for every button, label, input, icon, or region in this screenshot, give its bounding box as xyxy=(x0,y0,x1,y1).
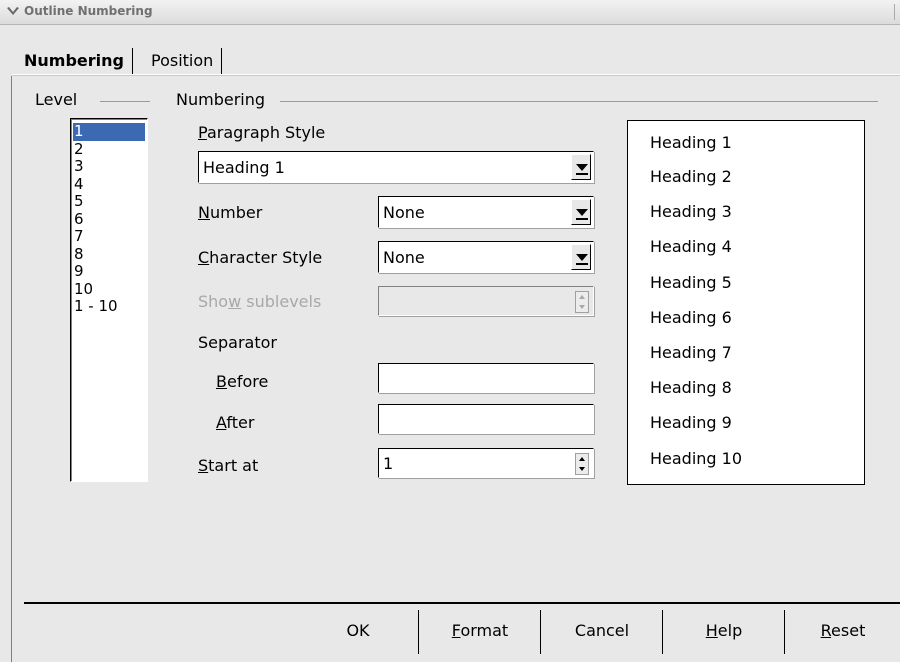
title-bar-edge xyxy=(894,4,900,20)
paragraph-style-label: Paragraph Style xyxy=(198,123,325,142)
cancel-button[interactable]: Cancel xyxy=(542,610,663,654)
reset-button[interactable]: Reset xyxy=(786,610,900,654)
level-item-5[interactable]: 5 xyxy=(73,193,145,211)
dropdown-bar-icon xyxy=(576,218,588,220)
chevron-down-icon[interactable] xyxy=(6,5,20,19)
preview-item: Heading 9 xyxy=(650,413,732,432)
preview-item: Heading 5 xyxy=(650,273,732,292)
level-group-label: Level xyxy=(35,90,84,109)
number-value: None xyxy=(383,203,425,222)
number-label: Number xyxy=(198,203,262,222)
level-item-8[interactable]: 8 xyxy=(73,245,145,264)
number-mnemonic: N xyxy=(198,203,210,222)
help-button[interactable]: Help xyxy=(664,610,785,654)
paragraph-style-dropdown-button[interactable] xyxy=(571,154,591,180)
show-sublevels-label-text: sublevels xyxy=(241,292,322,311)
numbering-preview: Heading 1 Heading 2 Heading 3 Heading 4 … xyxy=(627,120,865,485)
preview-item: Heading 4 xyxy=(650,237,732,256)
reset-label: eset xyxy=(831,621,866,640)
tab-divider-shadow xyxy=(12,75,900,76)
character-style-label-text: haracter Style xyxy=(209,248,323,267)
after-label-text: fter xyxy=(226,413,255,432)
start-at-spin-buttons[interactable] xyxy=(575,453,589,475)
after-label: After xyxy=(216,413,254,432)
spin-up-icon xyxy=(579,295,585,299)
start-at-label: Start at xyxy=(198,456,258,475)
tab-numbering[interactable]: Numbering xyxy=(24,48,133,74)
number-dropdown[interactable]: None xyxy=(378,196,594,228)
after-mnemonic: A xyxy=(216,413,227,432)
before-mnemonic: B xyxy=(216,372,227,391)
start-at-label-text: tart at xyxy=(208,456,259,475)
level-item-9[interactable]: 9 xyxy=(73,263,145,281)
spin-down-icon[interactable] xyxy=(579,467,585,471)
level-item-4[interactable]: 4 xyxy=(73,175,145,194)
show-sublevels-label: Show sublevels xyxy=(198,292,321,311)
character-style-mnemonic: C xyxy=(198,248,210,267)
character-style-label: Character Style xyxy=(198,248,322,267)
paragraph-style-mnemonic: P xyxy=(198,123,207,142)
preview-item: Heading 7 xyxy=(650,343,732,362)
show-sublevels-spinbox xyxy=(378,286,594,316)
ok-button[interactable]: OK xyxy=(298,610,419,654)
paragraph-style-label-text: aragraph Style xyxy=(206,123,326,142)
dropdown-bar-icon xyxy=(576,173,588,175)
paragraph-style-dropdown[interactable]: Heading 1 xyxy=(198,151,594,183)
separator-label: Separator xyxy=(198,333,277,352)
show-sublevels-spin-buttons xyxy=(575,291,589,313)
character-style-dropdown[interactable]: None xyxy=(378,241,594,273)
numbering-group-label: Numbering xyxy=(176,90,272,109)
show-sublevels-label-pre: Sho xyxy=(198,292,229,311)
start-at-spinbox[interactable]: 1 xyxy=(378,448,594,478)
paragraph-style-value: Heading 1 xyxy=(203,158,285,177)
start-at-value: 1 xyxy=(383,454,394,473)
before-label: Before xyxy=(216,372,268,391)
spin-up-icon[interactable] xyxy=(579,457,585,461)
window-title: Outline Numbering xyxy=(24,4,153,18)
chevron-down-icon xyxy=(576,164,588,171)
help-label: elp xyxy=(717,621,743,640)
preview-item: Heading 6 xyxy=(650,308,732,327)
character-style-dropdown-button[interactable] xyxy=(571,244,591,270)
spin-down-icon xyxy=(579,305,585,309)
before-input[interactable] xyxy=(378,363,594,393)
before-label-text: efore xyxy=(226,372,269,391)
preview-item: Heading 10 xyxy=(650,449,743,468)
level-item-7[interactable]: 7 xyxy=(73,228,145,246)
start-at-mnemonic: S xyxy=(198,456,209,475)
level-list[interactable]: 1 2 3 4 5 6 7 8 9 10 1 - 10 xyxy=(70,118,148,482)
character-style-value: None xyxy=(383,248,425,267)
format-label: ormat xyxy=(460,621,509,640)
help-mnemonic: H xyxy=(705,621,718,640)
number-dropdown-button[interactable] xyxy=(571,199,591,225)
preview-item: Heading 1 xyxy=(650,133,732,152)
after-input[interactable] xyxy=(378,404,594,434)
show-sublevels-mnemonic: w xyxy=(228,292,242,311)
numbering-group-line xyxy=(280,101,878,102)
dropdown-bar-icon xyxy=(576,263,588,265)
preview-item: Heading 2 xyxy=(650,167,732,186)
level-item-3[interactable]: 3 xyxy=(73,158,145,176)
tab-position[interactable]: Position xyxy=(151,48,223,74)
level-group-line xyxy=(100,101,150,102)
chevron-down-icon xyxy=(576,254,588,261)
dialog-left-edge xyxy=(11,76,12,662)
preview-item: Heading 3 xyxy=(650,202,732,221)
chevron-down-icon xyxy=(576,209,588,216)
number-label-text: umber xyxy=(209,203,263,222)
title-bar: Outline Numbering xyxy=(0,0,900,25)
level-item-10[interactable]: 10 xyxy=(73,280,145,299)
level-item-6[interactable]: 6 xyxy=(73,210,145,229)
reset-mnemonic: R xyxy=(820,621,832,640)
format-button[interactable]: Format xyxy=(420,610,541,654)
preview-item: Heading 8 xyxy=(650,378,732,397)
level-item-2[interactable]: 2 xyxy=(73,140,145,159)
level-item-1[interactable]: 1 xyxy=(73,123,145,141)
level-item-all[interactable]: 1 - 10 xyxy=(73,298,145,316)
